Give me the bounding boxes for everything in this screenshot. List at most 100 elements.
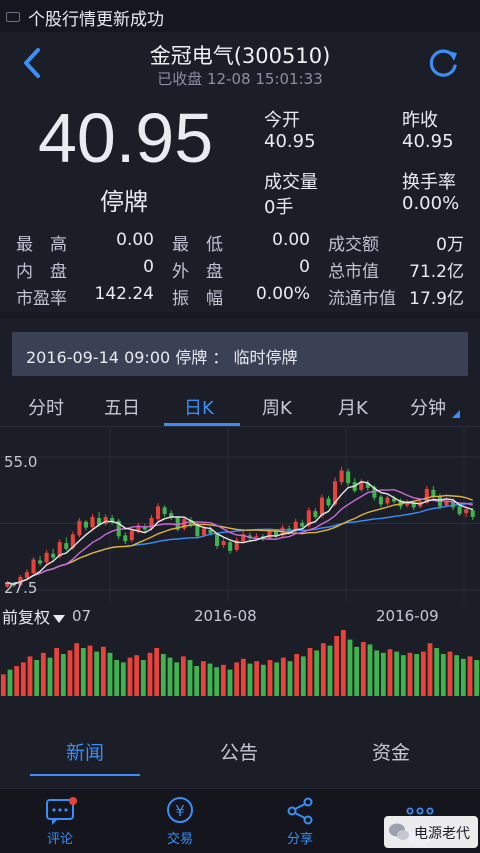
volume-bar — [427, 643, 433, 696]
volume-bar — [74, 643, 80, 696]
volume-bar — [214, 667, 220, 696]
candle-body — [378, 496, 383, 505]
candle-body — [129, 530, 134, 541]
volume-bar — [174, 662, 180, 696]
volume-bar — [420, 651, 426, 696]
candle-body — [431, 489, 436, 497]
candle-body — [90, 516, 95, 528]
volume-bar — [300, 656, 306, 696]
tab-announcements[interactable]: 公告 — [220, 738, 258, 765]
volume-bar — [460, 658, 466, 696]
volume-bar — [54, 648, 60, 696]
x-tick-label: 2016-09 — [376, 607, 439, 625]
volume-bar — [227, 669, 233, 696]
volume-bar — [334, 636, 340, 696]
candlestick-chart[interactable]: 55.0 27.5 07 2016-08 2016-09 — [0, 427, 480, 632]
tab-news[interactable]: 新闻 — [66, 738, 104, 765]
share-icon — [287, 797, 313, 825]
volume-bar — [20, 662, 26, 696]
volume-bar — [180, 656, 186, 696]
open-value: 40.95 — [264, 131, 316, 152]
volume-bar — [380, 652, 386, 696]
volume-bar — [207, 663, 213, 696]
volume-bar — [340, 630, 346, 696]
refresh-button[interactable] — [424, 44, 462, 82]
stat-label: 成交额 — [328, 235, 379, 255]
candle-body — [228, 542, 233, 551]
volume-bar — [254, 661, 260, 696]
market-status: 已收盘 12-08 15:01:33 — [157, 70, 323, 88]
trade-icon: ¥ — [167, 797, 193, 823]
candle-body — [346, 471, 351, 484]
volume-bar — [367, 644, 373, 696]
candle-body — [123, 535, 128, 542]
volume-bar — [294, 654, 300, 696]
adjust-dropdown[interactable]: 前复权 — [2, 604, 66, 628]
turnover-value: 0.00% — [402, 193, 460, 214]
volume-bar — [314, 650, 320, 696]
status-notification: 个股行情更新成功 — [28, 10, 164, 30]
watermark-text: 电源老代 — [414, 826, 470, 842]
volume-bar — [280, 657, 286, 696]
volume-bar — [274, 662, 280, 696]
open-label: 今开 — [264, 110, 300, 131]
section-divider — [0, 312, 480, 318]
candle-body — [156, 506, 161, 519]
candle-body — [313, 511, 318, 517]
tab-minute[interactable]: 分钟 — [410, 394, 446, 420]
ma5-line — [7, 480, 473, 585]
candle-body — [267, 530, 272, 539]
candle-body — [24, 572, 29, 578]
volume-bar — [187, 660, 193, 696]
volume-bar — [107, 652, 113, 696]
candle-body — [64, 543, 69, 549]
volume-bar — [347, 639, 353, 696]
volume-bar — [0, 674, 6, 696]
volume-value: 0手 — [264, 197, 294, 218]
volume-bar — [14, 666, 20, 696]
tab-intraday[interactable]: 分时 — [28, 394, 64, 420]
tab-five-day[interactable]: 五日 — [104, 394, 140, 420]
trade-button[interactable]: ¥ 交易 — [150, 796, 210, 848]
tab-daily-k[interactable]: 日K — [184, 394, 214, 420]
volume-bar — [67, 650, 73, 696]
volume-bar — [440, 654, 446, 696]
candle-body — [77, 520, 82, 536]
volume-bar — [34, 660, 40, 696]
tab-monthly-k[interactable]: 月K — [338, 394, 368, 420]
stat-label: 总市值 — [328, 262, 379, 282]
volume-bar — [234, 662, 240, 696]
candle-body — [215, 534, 220, 546]
volume-bar — [220, 664, 226, 696]
volume-bar — [200, 661, 206, 696]
volume-bar — [100, 646, 106, 696]
volume-bar — [120, 662, 126, 696]
app-status-icon — [6, 12, 20, 22]
candle-body — [254, 536, 259, 538]
comment-label: 评论 — [46, 832, 73, 847]
volume-bar — [327, 645, 333, 696]
volume-bar — [154, 648, 160, 696]
triangle-down-icon — [53, 615, 66, 623]
comment-button[interactable]: 评论 — [30, 796, 90, 848]
volume-bar — [360, 642, 366, 696]
share-button[interactable]: 分享 — [270, 796, 330, 848]
volume-bar — [40, 652, 46, 696]
volume-bar — [354, 646, 360, 696]
tab-capital-flow[interactable]: 资金 — [372, 738, 410, 765]
volume-bar — [467, 656, 473, 696]
volume-bar — [127, 657, 133, 696]
stat-value: 0万 — [436, 235, 464, 255]
stat-label: 最 低 — [172, 235, 223, 255]
volume-bar — [307, 648, 313, 696]
volume-bar — [47, 657, 53, 696]
volume-bar — [400, 655, 406, 696]
volume-bar — [447, 651, 453, 696]
volume-bar — [247, 663, 253, 696]
ma20-line — [7, 494, 473, 585]
candle-body — [38, 560, 43, 564]
candle-body — [51, 553, 56, 558]
tab-weekly-k[interactable]: 周K — [262, 394, 292, 420]
volume-bar — [160, 654, 166, 696]
stock-title: 金冠电气(300510) — [149, 44, 331, 68]
